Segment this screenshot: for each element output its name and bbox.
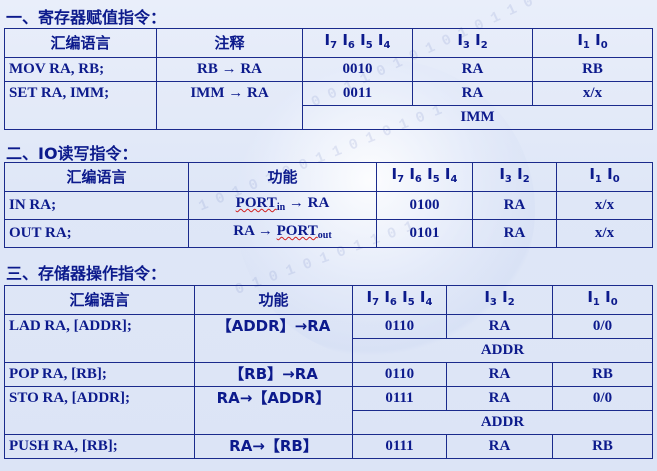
table-row: MOV RA, RB; RB → RA 0010 RA RB bbox=[4, 57, 653, 82]
header-i1-i0: I1 I0 bbox=[552, 285, 653, 315]
header-i7-i4: I7 I6 I5 I4 bbox=[376, 162, 473, 192]
asm-cell: MOV RA, RB; bbox=[4, 57, 157, 82]
table-row: SET RA, IMM; IMM → RA 0011 RA x/x bbox=[4, 81, 653, 130]
opcode-cell: 0101 bbox=[376, 219, 473, 248]
i32-cell: RA bbox=[446, 314, 553, 339]
opcode-cell: 0110 bbox=[352, 362, 447, 387]
i32-cell: RA bbox=[412, 81, 533, 106]
i32-cell: RA bbox=[446, 362, 553, 387]
section3-title: 三、存储器操作指令： bbox=[6, 264, 167, 283]
port-out-text: PORTout bbox=[276, 223, 332, 241]
i10-cell: RB bbox=[532, 57, 653, 82]
func-cell: 【RB】→RA bbox=[194, 362, 353, 387]
header-func: 功能 bbox=[188, 162, 377, 192]
port-in-text: PORTin bbox=[235, 195, 286, 213]
header-i3-i2: I3 I2 bbox=[446, 285, 553, 315]
addr-cell: ADDR bbox=[352, 338, 653, 363]
asm-cell: LAD RA, [ADDR]; bbox=[4, 314, 195, 363]
i32-cell: RA bbox=[446, 386, 553, 411]
memory-op-table: 汇编语言 功能 I7 I6 I5 I4 I3 I2 I1 I0 LAD RA, … bbox=[4, 285, 653, 459]
func-cell: RA→【RB】 bbox=[194, 434, 353, 459]
table-row: OUT RA; RA → PORTout 0101 RA x/x bbox=[4, 219, 653, 248]
header-asm: 汇编语言 bbox=[4, 162, 189, 192]
i10-cell: x/x bbox=[532, 81, 653, 106]
imm-cell: IMM bbox=[302, 105, 653, 130]
io-table: 汇编语言 功能 I7 I6 I5 I4 I3 I2 I1 I0 IN RA; P… bbox=[4, 162, 653, 248]
opcode-cell: 0100 bbox=[376, 191, 473, 220]
header-i7-i4: I7 I6 I5 I4 bbox=[352, 285, 447, 315]
func-cell: PORTin → RA bbox=[188, 191, 377, 220]
i10-cell: 0/0 bbox=[552, 386, 653, 411]
opcode-cell: 0010 bbox=[302, 57, 413, 82]
header-i1-i0: I1 I0 bbox=[532, 28, 653, 58]
table-row: POP RA, [RB]; 【RB】→RA 0110 RA RB bbox=[4, 362, 653, 387]
header-i3-i2: I3 I2 bbox=[412, 28, 533, 58]
table-row: IN RA; PORTin → RA 0100 RA x/x bbox=[4, 191, 653, 220]
header-asm: 汇编语言 bbox=[4, 28, 157, 58]
asm-cell: POP RA, [RB]; bbox=[4, 362, 195, 387]
func-cell: RA→【ADDR】 bbox=[194, 386, 353, 435]
i10-cell: RB bbox=[552, 434, 653, 459]
opcode-cell: 0110 bbox=[352, 314, 447, 339]
note-cell: RB → RA bbox=[156, 57, 303, 82]
port-sub: in bbox=[276, 202, 286, 213]
header-i3-i2: I3 I2 bbox=[472, 162, 557, 192]
port-label: PORT bbox=[276, 223, 318, 239]
header-i1-i0: I1 I0 bbox=[556, 162, 653, 192]
header-note: 注释 bbox=[156, 28, 303, 58]
i32-cell: RA bbox=[472, 219, 557, 248]
asm-cell: PUSH RA, [RB]; bbox=[4, 434, 195, 459]
table-row: PUSH RA, [RB]; RA→【RB】 0111 RA RB bbox=[4, 434, 653, 459]
i32-cell: RA bbox=[412, 57, 533, 82]
opcode-cell: 0111 bbox=[352, 386, 447, 411]
port-label: PORT bbox=[235, 195, 277, 211]
register-assign-table: 汇编语言 注释 I7 I6 I5 I4 I3 I2 I1 I0 MOV RA, … bbox=[4, 28, 653, 130]
opcode-cell: 0011 bbox=[302, 81, 413, 106]
section2-title: 二、IO读写指令： bbox=[6, 144, 138, 163]
opcode-cell: 0111 bbox=[352, 434, 447, 459]
func-rest: RA → bbox=[233, 223, 277, 239]
func-cell: RA → PORTout bbox=[188, 219, 377, 248]
i10-cell: x/x bbox=[556, 219, 653, 248]
table-row: LAD RA, [ADDR]; 【ADDR】→RA 0110 RA 0/0 bbox=[4, 314, 653, 363]
i10-cell: 0/0 bbox=[552, 314, 653, 339]
table-header-row: 汇编语言 注释 I7 I6 I5 I4 I3 I2 I1 I0 bbox=[4, 28, 653, 58]
header-i7-i4: I7 I6 I5 I4 bbox=[302, 28, 413, 58]
func-cell: 【ADDR】→RA bbox=[194, 314, 353, 363]
table-header-row: 汇编语言 功能 I7 I6 I5 I4 I3 I2 I1 I0 bbox=[4, 162, 653, 192]
table-header-row: 汇编语言 功能 I7 I6 I5 I4 I3 I2 I1 I0 bbox=[4, 285, 653, 315]
i32-cell: RA bbox=[446, 434, 553, 459]
header-func: 功能 bbox=[194, 285, 353, 315]
addr-cell: ADDR bbox=[352, 410, 653, 435]
i32-cell: RA bbox=[472, 191, 557, 220]
i10-cell: x/x bbox=[556, 191, 653, 220]
asm-cell: SET RA, IMM; bbox=[4, 81, 157, 130]
asm-cell: IN RA; bbox=[4, 191, 189, 220]
func-rest: → RA bbox=[285, 195, 330, 211]
port-sub: out bbox=[317, 230, 332, 241]
table-row: STO RA, [ADDR]; RA→【ADDR】 0111 RA 0/0 bbox=[4, 386, 653, 435]
asm-cell: OUT RA; bbox=[4, 219, 189, 248]
header-asm: 汇编语言 bbox=[4, 285, 195, 315]
i10-cell: RB bbox=[552, 362, 653, 387]
asm-cell: STO RA, [ADDR]; bbox=[4, 386, 195, 435]
note-cell: IMM → RA bbox=[156, 81, 303, 130]
section1-title: 一、寄存器赋值指令： bbox=[6, 8, 167, 27]
